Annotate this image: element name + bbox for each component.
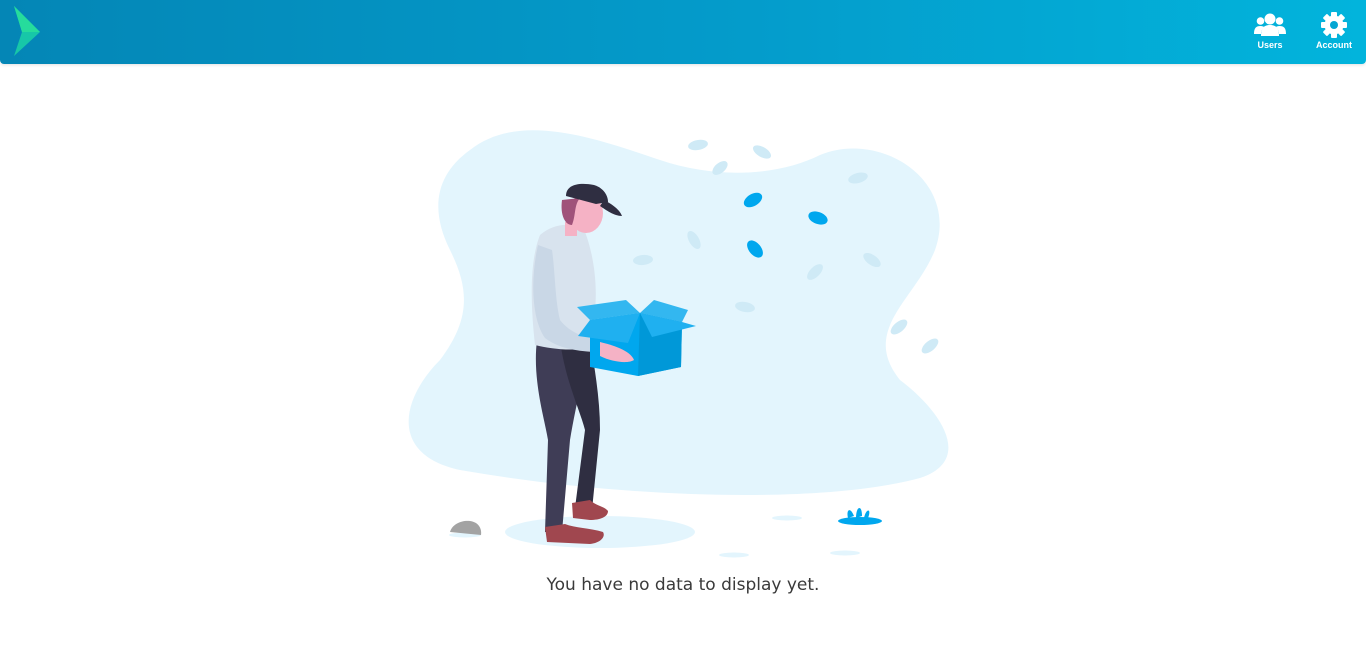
plant xyxy=(838,507,882,525)
users-nav-button[interactable]: Users xyxy=(1242,12,1298,56)
app-logo[interactable] xyxy=(12,4,44,56)
gear-icon xyxy=(1321,12,1347,38)
users-icon xyxy=(1254,13,1286,36)
box xyxy=(577,300,696,376)
users-nav-label: Users xyxy=(1257,40,1283,50)
account-nav-button[interactable]: Account xyxy=(1306,12,1362,56)
top-bar: Users Account xyxy=(0,0,1366,64)
rock xyxy=(450,520,482,535)
empty-state-message: You have no data to display yet. xyxy=(546,575,820,595)
account-nav-label: Account xyxy=(1316,40,1352,50)
empty-state-illustration xyxy=(408,130,949,558)
